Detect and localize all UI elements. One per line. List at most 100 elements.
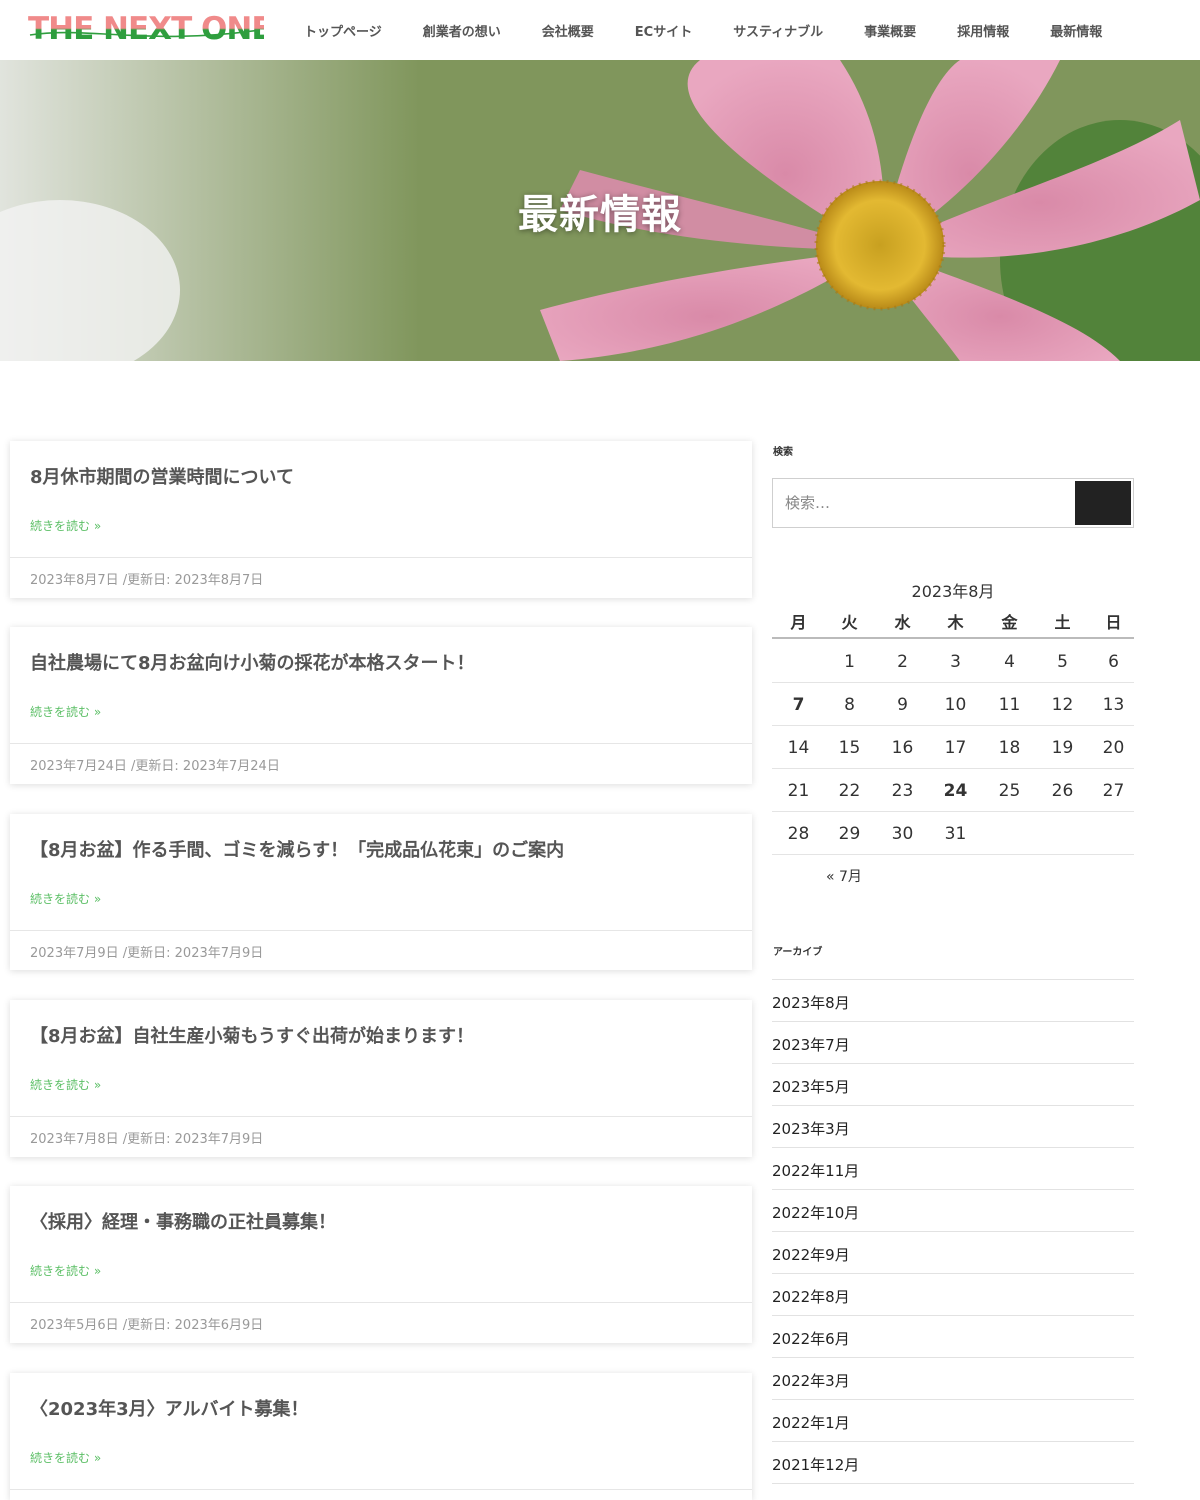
post-meta: 2023年7月9日 /更新日: 2023年7月9日 <box>30 946 264 961</box>
archive-link[interactable]: 2022年6月 <box>772 1328 850 1349</box>
calendar-day: 15 <box>838 738 861 758</box>
nav-item-company[interactable]: 会社概要 <box>542 21 594 40</box>
calendar-day: 10 <box>944 695 967 715</box>
calendar-day: 8 <box>844 695 855 715</box>
post-divider <box>10 557 752 558</box>
weekday-fri: 金 <box>1001 613 1018 632</box>
archive-link[interactable]: 2022年10月 <box>772 1202 859 1223</box>
read-more-link[interactable]: 続きを読む » <box>30 1076 101 1093</box>
post-title[interactable]: 【8月お盆】作る手間、ゴミを減らす！「完成品仏花束」のご案内 <box>30 836 564 862</box>
archive-link[interactable]: 2023年3月 <box>772 1118 850 1139</box>
read-more-link[interactable]: 続きを読む » <box>30 890 101 907</box>
calendar-day: 27 <box>1102 781 1125 801</box>
archive-link[interactable]: 2022年8月 <box>772 1286 850 1307</box>
archive-link[interactable]: 2021年12月 <box>772 1454 859 1475</box>
calendar-day: 3 <box>950 652 961 672</box>
archive-link[interactable]: 2022年9月 <box>772 1244 850 1265</box>
calendar-day: 1 <box>844 652 855 672</box>
weekday-sun: 日 <box>1105 613 1122 632</box>
archive-link[interactable]: 2023年8月 <box>772 992 850 1013</box>
calendar-day: 16 <box>891 738 914 758</box>
nav-item-business[interactable]: 事業概要 <box>864 21 916 40</box>
post-meta: 2023年5月6日 /更新日: 2023年6月9日 <box>30 1318 264 1333</box>
nav-item-top[interactable]: トップページ <box>304 21 382 40</box>
archive-item: 2021年12月 <box>772 1442 1134 1484</box>
calendar-week-row: 21 22 23 24 25 26 27 <box>772 769 1134 812</box>
archive-link[interactable]: 2022年11月 <box>772 1160 859 1181</box>
post-card: 〈採用〉経理・事務職の正社員募集！ 続きを読む » 2023年5月6日 /更新日… <box>10 1186 752 1343</box>
calendar-day: 2 <box>897 652 908 672</box>
archive-item: 2023年8月 <box>772 980 1134 1022</box>
main-nav: トップページ 創業者の想い 会社概要 ECサイト サスティナブル 事業概要 採用… <box>290 0 1102 60</box>
calendar-week-row: 14 15 16 17 18 19 20 <box>772 726 1134 769</box>
calendar-day: 13 <box>1102 695 1125 715</box>
site-header: THE NEXT ONE トップページ 創業者の想い 会社概要 ECサイト サス… <box>0 0 1200 60</box>
post-meta: 2023年8月7日 /更新日: 2023年8月7日 <box>30 573 264 588</box>
archive-item: 2022年9月 <box>772 1232 1134 1274</box>
weekday-sat: 土 <box>1054 613 1071 632</box>
calendar-day: 31 <box>944 824 967 844</box>
archive-item: 2023年5月 <box>772 1064 1134 1106</box>
post-title[interactable]: 〈2023年3月〉アルバイト募集！ <box>30 1395 308 1421</box>
search-form <box>772 478 1134 528</box>
calendar-day-link[interactable]: 7 <box>772 695 825 715</box>
calendar-day: 19 <box>1051 738 1074 758</box>
calendar-day: 21 <box>787 781 810 801</box>
calendar-day: 22 <box>838 781 861 801</box>
archive-item: 2022年11月 <box>772 1148 1134 1190</box>
calendar-weekday-header: 月 火 水 木 金 土 日 <box>772 604 1134 639</box>
post-card: 〈2023年3月〉アルバイト募集！ 続きを読む » <box>10 1373 752 1500</box>
post-card: 【8月お盆】自社生産小菊もうすぐ出荷が始まります！ 続きを読む » 2023年7… <box>10 1000 752 1157</box>
weekday-tue: 火 <box>841 613 858 632</box>
post-divider <box>10 930 752 931</box>
calendar-day: 28 <box>787 824 810 844</box>
archive-link[interactable]: 2023年7月 <box>772 1034 850 1055</box>
read-more-link[interactable]: 続きを読む » <box>30 703 101 720</box>
post-card: 自社農場にて8月お盆向け小菊の採花が本格スタート！ 続きを読む » 2023年7… <box>10 627 752 784</box>
calendar-day: 9 <box>897 695 908 715</box>
archive-item: 2022年8月 <box>772 1274 1134 1316</box>
read-more-link[interactable]: 続きを読む » <box>30 1262 101 1279</box>
calendar-day: 18 <box>998 738 1021 758</box>
nav-item-recruit[interactable]: 採用情報 <box>957 21 1009 40</box>
nav-item-news[interactable]: 最新情報 <box>1050 21 1102 40</box>
read-more-link[interactable]: 続きを読む » <box>30 517 101 534</box>
read-more-link[interactable]: 続きを読む » <box>30 1449 101 1466</box>
archive-item: 2022年3月 <box>772 1358 1134 1400</box>
calendar-week-row: 28 29 30 31 <box>772 812 1134 855</box>
calendar-day: 6 <box>1108 652 1119 672</box>
calendar-day: 30 <box>891 824 914 844</box>
post-title[interactable]: 8月休市期間の営業時間について <box>30 463 294 489</box>
calendar-day: 20 <box>1102 738 1125 758</box>
calendar-day: 23 <box>891 781 914 801</box>
post-meta: 2023年7月8日 /更新日: 2023年7月9日 <box>30 1132 264 1147</box>
weekday-thu: 木 <box>947 613 964 632</box>
calendar-day-link[interactable]: 24 <box>929 781 982 801</box>
search-input[interactable] <box>774 480 1074 526</box>
archive-link[interactable]: 2022年1月 <box>772 1412 850 1433</box>
archive-item: 2023年7月 <box>772 1022 1134 1064</box>
post-divider <box>10 1489 752 1490</box>
post-divider <box>10 1116 752 1117</box>
post-divider <box>10 1302 752 1303</box>
nav-item-ec[interactable]: ECサイト <box>635 21 692 40</box>
archive-widget-title: アーカイブ <box>773 947 823 958</box>
search-button[interactable] <box>1075 481 1131 525</box>
weekday-wed: 水 <box>894 613 911 632</box>
archive-link[interactable]: 2023年5月 <box>772 1076 850 1097</box>
post-title[interactable]: 【8月お盆】自社生産小菊もうすぐ出荷が始まります！ <box>30 1022 474 1048</box>
nav-item-sustainable[interactable]: サスティナブル <box>733 21 823 40</box>
post-card: 【8月お盆】作る手間、ゴミを減らす！「完成品仏花束」のご案内 続きを読む » 2… <box>10 814 752 970</box>
calendar-day: 5 <box>1057 652 1068 672</box>
nav-item-founder[interactable]: 創業者の想い <box>423 21 501 40</box>
post-title[interactable]: 〈採用〉経理・事務職の正社員募集！ <box>30 1208 336 1234</box>
calendar-prev-month-link[interactable]: « 7月 <box>826 866 862 886</box>
logo-swoosh-icon <box>29 29 261 38</box>
calendar-day: 25 <box>998 781 1021 801</box>
site-logo[interactable]: THE NEXT ONE <box>28 8 273 50</box>
archive-item: 2022年10月 <box>772 1190 1134 1232</box>
archive-link[interactable]: 2022年3月 <box>772 1370 850 1391</box>
post-title[interactable]: 自社農場にて8月お盆向け小菊の採花が本格スタート！ <box>30 649 475 675</box>
archive-item: 2023年3月 <box>772 1106 1134 1148</box>
calendar-day: 4 <box>1004 652 1015 672</box>
